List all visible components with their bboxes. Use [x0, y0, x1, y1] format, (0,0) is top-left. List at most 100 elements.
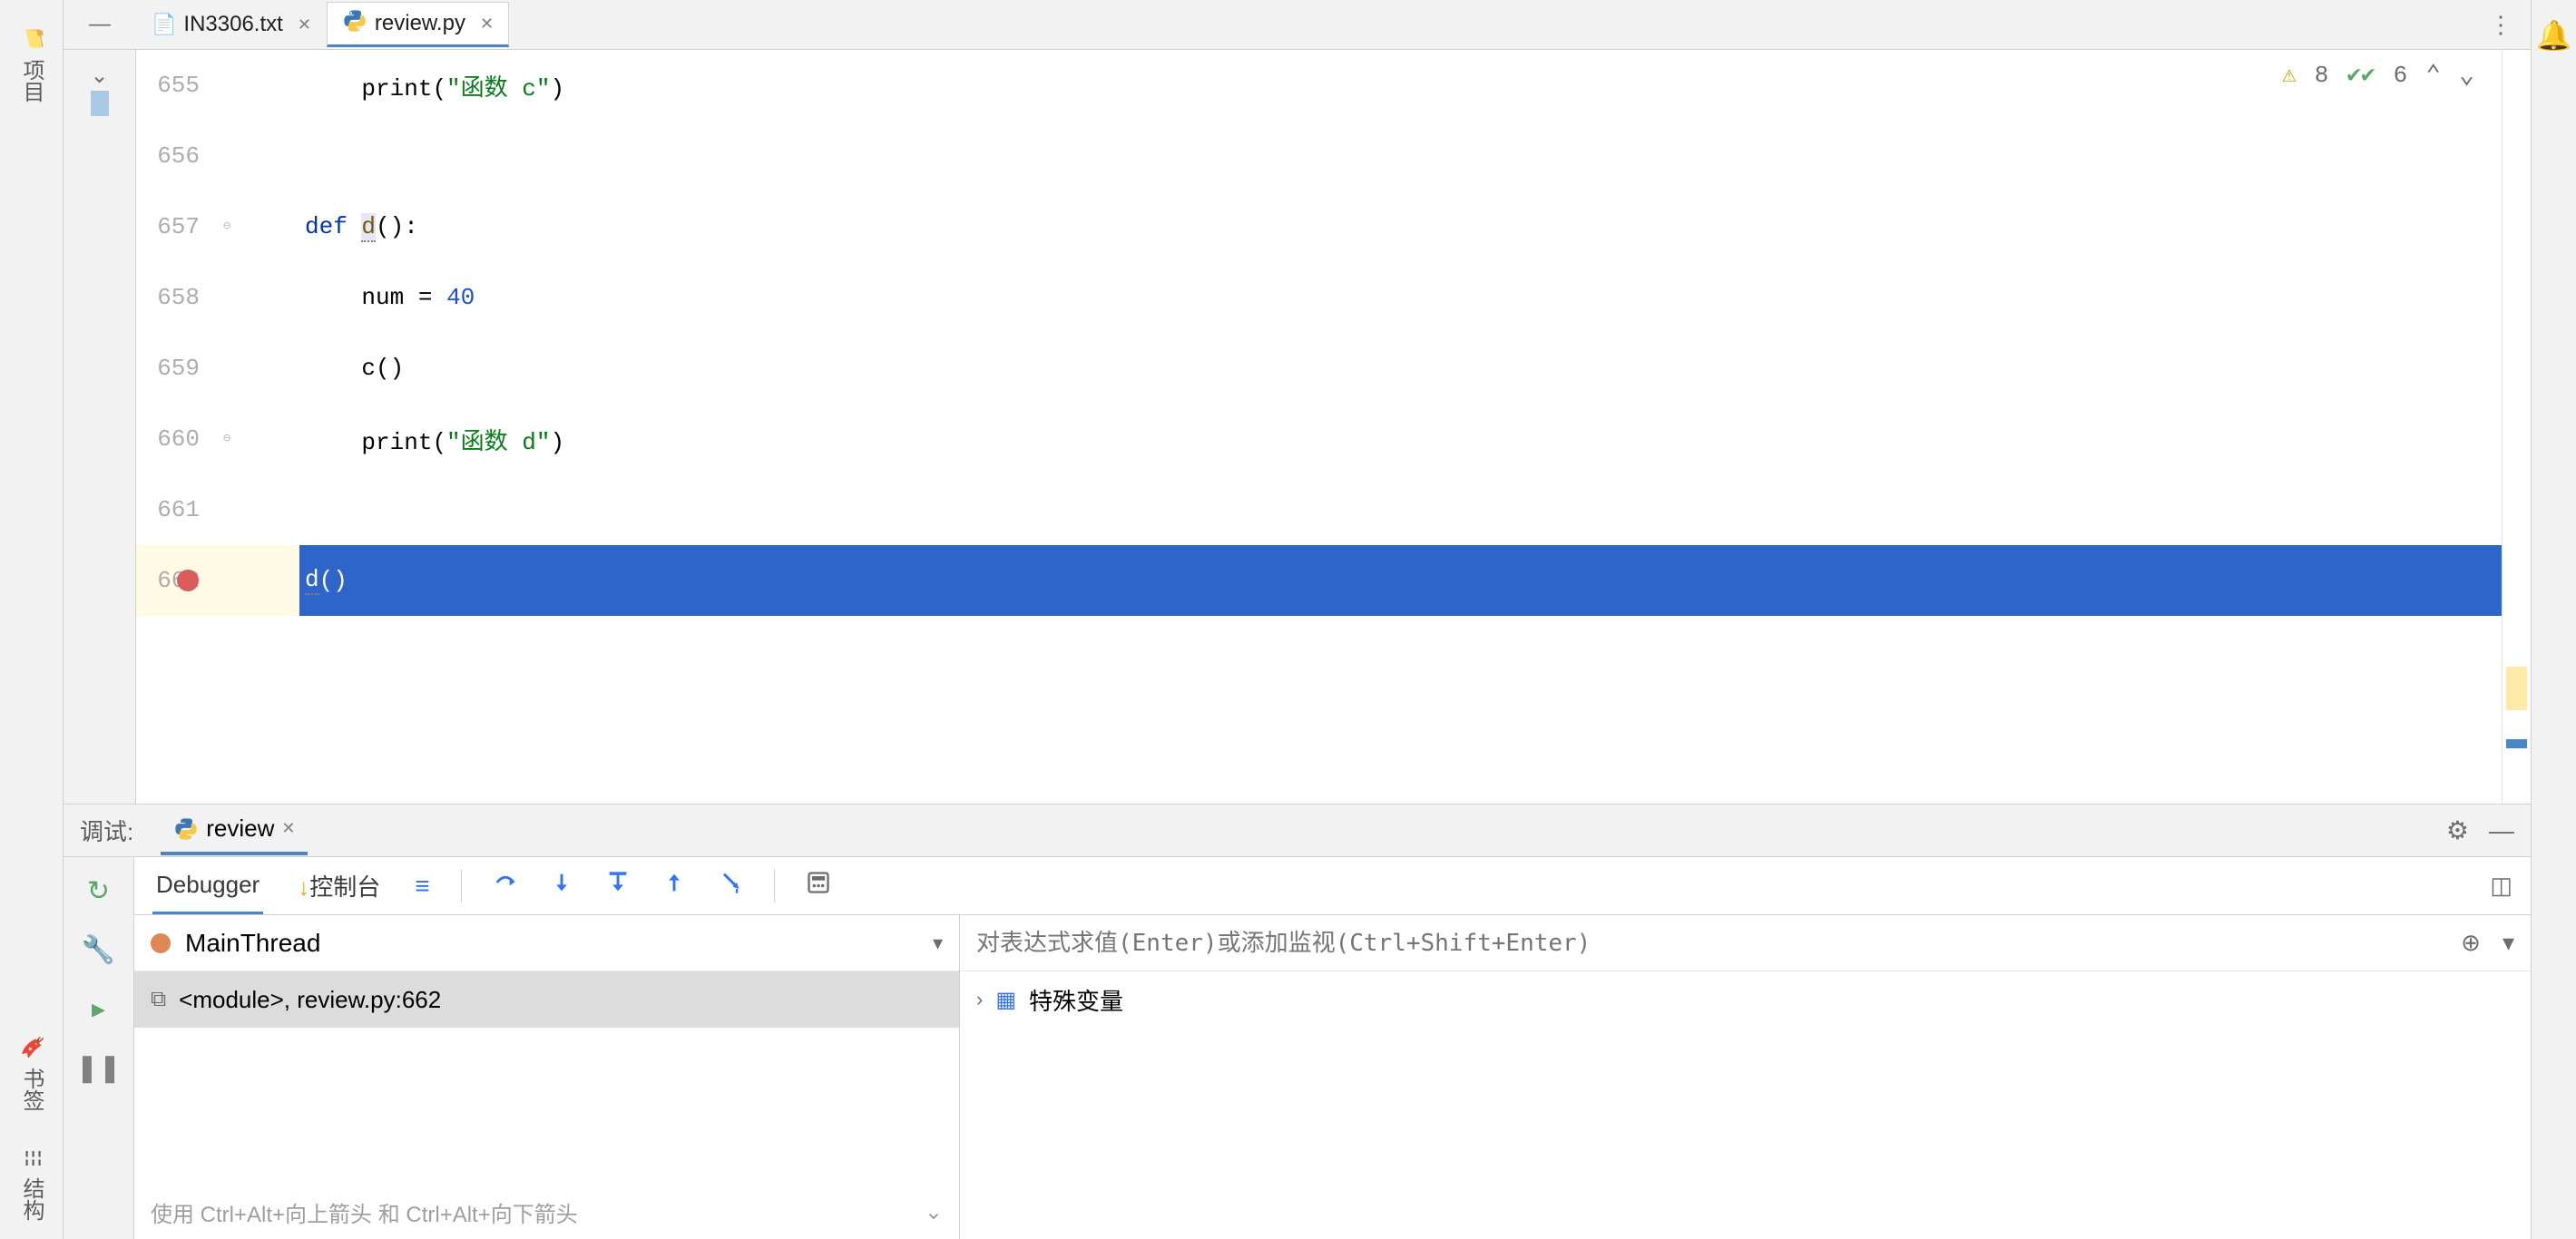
project-collapsed-strip: ⌄: [64, 50, 136, 804]
text-file-icon: 📄: [152, 13, 176, 36]
editor-marker-bar[interactable]: [2502, 50, 2531, 804]
step-over-icon[interactable]: [493, 870, 518, 902]
frames-hint: 使用 Ctrl+Alt+向上箭头 和 Ctrl+Alt+向下箭头 ⌄: [134, 1185, 959, 1239]
project-label: 项目: [15, 59, 47, 102]
marker-current-line[interactable]: [2506, 739, 2527, 748]
code-line-658[interactable]: 658 num = 40: [136, 262, 2502, 333]
gutter[interactable]: [218, 333, 299, 404]
prev-highlight-icon[interactable]: ⌃: [2425, 59, 2441, 91]
code-line-655[interactable]: 655 print("函数 c"): [136, 50, 2502, 121]
folder-icon: 📁: [19, 27, 44, 51]
stack-frame[interactable]: ⧉ <module>, review.py:662: [134, 971, 959, 1028]
step-out-icon[interactable]: [661, 870, 687, 902]
tab-label: IN3306.txt: [183, 12, 282, 37]
step-into-icon[interactable]: [549, 870, 574, 902]
code-content[interactable]: num = 40: [299, 284, 2502, 311]
check-icon: ✔✔: [2346, 61, 2375, 89]
resume-icon[interactable]: ▸: [92, 993, 105, 1025]
code-content[interactable]: d(): [299, 545, 2502, 616]
close-icon[interactable]: ✕: [480, 15, 494, 34]
chevron-right-icon[interactable]: ›: [976, 988, 983, 1011]
structure-label: 结构: [15, 1177, 47, 1221]
evaluate-expression-icon[interactable]: [806, 870, 831, 902]
right-tool-strip: 🔔: [2531, 0, 2576, 1239]
dropdown-icon[interactable]: ▾: [933, 932, 943, 955]
gear-icon[interactable]: ⚙: [2446, 815, 2469, 845]
frame-icon: ⧉: [151, 987, 166, 1012]
dropdown-icon[interactable]: ⌄: [925, 1199, 943, 1225]
debug-config-tab[interactable]: review ✕: [161, 805, 308, 855]
pass-count: 6: [2394, 62, 2408, 89]
editor-tab-bar: — 📄 IN3306.txt ✕ review.py ✕ ⋮: [64, 0, 2531, 50]
gutter[interactable]: ⊖: [218, 191, 299, 262]
bookmarks-tool-window-tab[interactable]: 🔖 书签: [10, 1018, 53, 1129]
code-line-662[interactable]: 662d(): [136, 545, 2502, 616]
debug-panel-title: 调试:: [80, 814, 133, 847]
step-into-my-code-icon[interactable]: [605, 870, 631, 902]
code-line-659[interactable]: 659 c(): [136, 333, 2502, 404]
wrench-icon[interactable]: 🔧: [82, 934, 115, 966]
thread-selector[interactable]: MainThread ▾: [134, 915, 959, 971]
frames-panel: MainThread ▾ ⧉ <module>, review.py:662 使…: [134, 915, 960, 1239]
code-editor[interactable]: ⚠ 8 ✔✔ 6 ⌃ ⌄ 655 print("函数 c")656657⊖def…: [136, 50, 2502, 804]
close-icon[interactable]: ✕: [298, 15, 311, 34]
code-content[interactable]: print("函数 d"): [299, 423, 2502, 456]
bookmark-icon: 🔖: [19, 1037, 44, 1060]
gutter[interactable]: [218, 262, 299, 333]
bookmarks-label: 书签: [15, 1068, 47, 1111]
gutter[interactable]: ⊖: [218, 404, 299, 474]
inspection-widget[interactable]: ⚠ 8 ✔✔ 6 ⌃ ⌄: [2282, 59, 2474, 91]
layout-settings-icon[interactable]: ◫: [2490, 872, 2512, 900]
code-content[interactable]: print("函数 c"): [299, 69, 2502, 102]
code-line-656[interactable]: 656: [136, 121, 2502, 191]
marker-warning[interactable]: [2506, 667, 2527, 710]
code-content[interactable]: def d():: [299, 213, 2502, 240]
gutter[interactable]: [218, 474, 299, 545]
current-file-marker: [91, 91, 109, 116]
variable-group-icon: ▦: [995, 987, 1016, 1013]
code-content[interactable]: c(): [299, 355, 2502, 382]
thread-status-icon: [151, 933, 171, 953]
warning-icon: ⚠: [2282, 61, 2297, 89]
threads-icon[interactable]: ≡: [415, 872, 429, 901]
tab-label: review.py: [375, 11, 465, 36]
close-icon[interactable]: ✕: [281, 819, 295, 838]
variables-panel: ⊕ ▾ › ▦ 特殊变量: [960, 915, 2531, 1239]
console-tab[interactable]: ↓控制台: [294, 856, 384, 915]
minimize-icon[interactable]: —: [2489, 816, 2514, 845]
code-line-661[interactable]: 661: [136, 474, 2502, 545]
notifications-icon[interactable]: 🔔: [2536, 9, 2572, 62]
tab-in3306[interactable]: 📄 IN3306.txt ✕: [136, 2, 327, 47]
code-line-657[interactable]: 657⊖def d():: [136, 191, 2502, 262]
line-number: 659: [136, 355, 218, 382]
line-number: 660: [136, 425, 218, 453]
debug-tool-window: 调试: review ✕ ⚙ — ↻ 🔧 ▸ ❚❚: [64, 804, 2531, 1239]
variable-label: 特殊变量: [1029, 983, 1123, 1017]
breakpoint-icon[interactable]: [177, 570, 199, 591]
fold-icon[interactable]: ⊖: [223, 431, 240, 447]
code-line-660[interactable]: 660 ⊖ print("函数 d"): [136, 404, 2502, 474]
pause-icon[interactable]: ❚❚: [75, 1052, 121, 1084]
debugger-tab[interactable]: Debugger: [152, 858, 263, 914]
structure-icon: ☷: [20, 1147, 43, 1171]
evaluate-input[interactable]: [976, 930, 2461, 957]
project-tool-window-tab[interactable]: 📁 项目: [10, 9, 53, 121]
gutter[interactable]: [218, 121, 299, 191]
line-number: 658: [136, 284, 218, 311]
rerun-icon[interactable]: ↻: [87, 875, 110, 907]
watch-dropdown-icon[interactable]: ▾: [2503, 929, 2514, 957]
gutter[interactable]: [218, 50, 299, 121]
add-watch-icon[interactable]: ⊕: [2461, 929, 2481, 957]
next-highlight-icon[interactable]: ⌄: [2459, 59, 2474, 91]
tab-review-py[interactable]: review.py ✕: [327, 2, 509, 47]
tab-overflow-menu-icon[interactable]: ⋮: [2489, 11, 2512, 39]
collapse-project-button[interactable]: —: [82, 6, 118, 43]
gutter[interactable]: [218, 545, 299, 616]
structure-tool-window-tab[interactable]: ☷ 结构: [10, 1129, 53, 1239]
chevron-down-icon[interactable]: ⌄: [90, 63, 108, 89]
variables-special[interactable]: › ▦ 特殊变量: [960, 971, 2531, 1028]
python-file-icon: [342, 8, 367, 39]
line-number: 655: [136, 72, 218, 99]
run-to-cursor-icon[interactable]: [718, 870, 743, 902]
fold-icon[interactable]: ⊖: [223, 219, 240, 235]
